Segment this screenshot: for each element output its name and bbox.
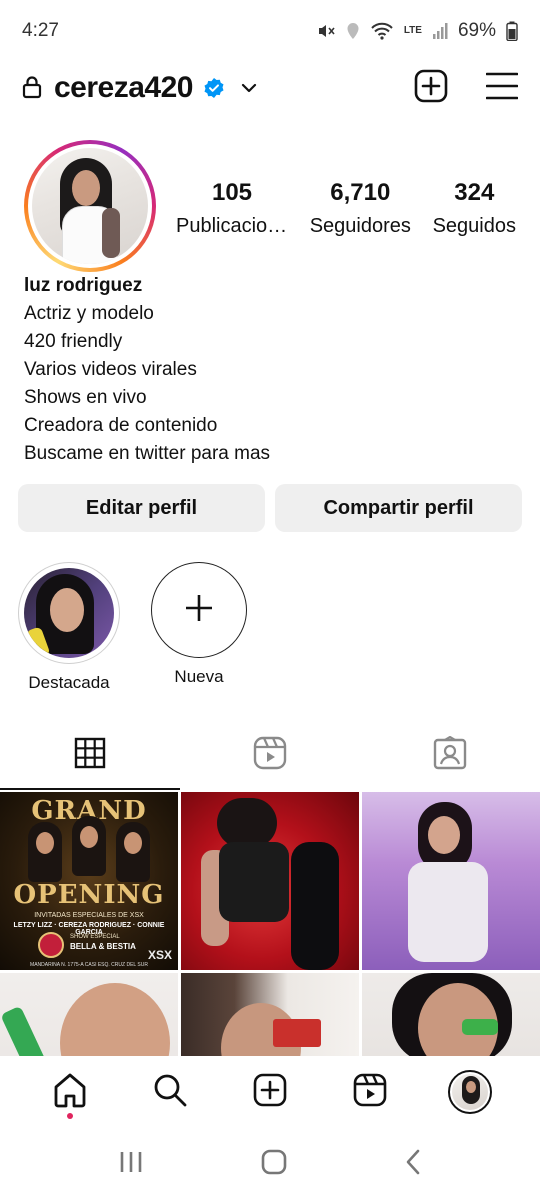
highlight-label: Destacada (28, 673, 110, 692)
bio-line: Creadora de contenido (24, 415, 218, 436)
network-label: LTE (403, 25, 422, 36)
profile-photo (32, 148, 148, 264)
bio-line: Actriz y modelo (24, 303, 154, 324)
post-title-bottom: OPENING (13, 880, 165, 910)
account-switch-chevron-icon[interactable] (239, 78, 259, 98)
stat-posts-count: 105 (211, 179, 253, 206)
reels-icon (353, 1073, 387, 1112)
post-thumbnail[interactable] (0, 973, 178, 1056)
recent-apps-icon[interactable] (118, 1150, 144, 1179)
grid-icon (74, 737, 106, 774)
profile-avatar[interactable] (24, 140, 156, 272)
notification-dot (67, 1113, 73, 1119)
tab-reels[interactable] (180, 722, 360, 790)
lte-icon: LTE (404, 26, 422, 36)
location-icon (346, 22, 360, 40)
create-icon (253, 1073, 287, 1112)
posts-grid: GRAND OPENING INVITADAS ESPECIALES DE XS… (0, 792, 540, 1056)
story-highlights: Destacada Nueva (18, 562, 250, 694)
create-post-icon[interactable] (414, 69, 448, 108)
post-subtitle: INVITADAS ESPECIALES DE XSX (34, 912, 144, 919)
status-icons: LTE 69% (316, 20, 518, 42)
post-thumbnail[interactable] (181, 792, 359, 970)
back-icon[interactable] (404, 1149, 422, 1180)
home-icon (52, 1072, 88, 1113)
nav-search[interactable] (143, 1065, 197, 1119)
stat-following[interactable]: 324 Seguidos (433, 178, 516, 244)
event-badge-icon (38, 932, 64, 958)
profile-tabs (0, 722, 540, 790)
profile-stats: 105 Publicaciones 6,710 Seguidores 324 S… (176, 178, 516, 244)
stat-followers-count: 6,710 (330, 179, 391, 206)
edit-profile-button[interactable]: Editar perfil (18, 484, 265, 532)
stat-following-count: 324 (454, 179, 495, 206)
battery-percent: 69% (457, 20, 496, 41)
new-highlight-item[interactable]: Nueva (148, 562, 250, 694)
highlight-cover (18, 562, 120, 664)
lock-icon (22, 75, 44, 101)
bio-line: 420 friendly (24, 331, 123, 352)
home-button-icon[interactable] (261, 1149, 287, 1180)
status-bar: 4:27 LTE 69% (0, 0, 540, 62)
stat-followers[interactable]: 6,710 Seguidores (310, 178, 411, 244)
stat-followers-label: Seguidores (309, 215, 411, 237)
new-highlight-button[interactable] (151, 562, 247, 658)
tagged-icon (433, 735, 467, 775)
nav-profile[interactable] (443, 1065, 497, 1119)
highlight-item[interactable]: Destacada (18, 562, 120, 694)
battery-icon (506, 21, 518, 41)
profile-summary: 105 Publicaciones 6,710 Seguidores 324 S… (0, 138, 540, 274)
bio-line: Shows en vivo (24, 387, 147, 408)
stat-following-label: Seguidos (432, 215, 516, 237)
search-icon (152, 1072, 188, 1113)
display-name: luz rodriguez (24, 275, 143, 296)
bio-line: Buscame en twitter para mas (24, 443, 271, 464)
username[interactable]: cereza420 (54, 71, 193, 105)
profile-actions: Editar perfil Compartir perfil (18, 484, 522, 532)
new-highlight-label: Nueva (174, 667, 224, 686)
plus-icon (184, 593, 214, 628)
tab-posts[interactable] (0, 722, 180, 790)
menu-icon[interactable] (485, 71, 519, 106)
nav-home[interactable] (43, 1065, 97, 1119)
mute-icon (316, 21, 336, 41)
signal-icon (432, 22, 448, 40)
profile-bio: luz rodriguez Actriz y modelo 420 friend… (24, 272, 524, 468)
post-logo: XSX (147, 948, 172, 962)
share-profile-button[interactable]: Compartir perfil (275, 484, 522, 532)
profile-header: cereza420 (0, 62, 540, 114)
tab-tagged[interactable] (360, 722, 540, 790)
system-navigation (0, 1128, 540, 1200)
stat-posts-label: Publicaciones (176, 215, 288, 237)
post-show: SHOW ESPECIAL (70, 934, 120, 940)
header-actions (414, 69, 519, 108)
reels-icon (253, 736, 287, 775)
nav-create[interactable] (243, 1065, 297, 1119)
post-show-name: BELLA & BESTIA (70, 942, 136, 951)
wifi-icon (370, 22, 394, 40)
post-thumbnail[interactable] (181, 973, 359, 1056)
post-address: MANDARINA N. 1775-A CASI ESQ. CRUZ DEL S… (30, 962, 148, 968)
post-thumbnail[interactable] (362, 973, 540, 1056)
nav-reels[interactable] (343, 1065, 397, 1119)
verified-badge-icon (203, 77, 225, 99)
post-thumbnail[interactable]: GRAND OPENING INVITADAS ESPECIALES DE XS… (0, 792, 178, 970)
post-thumbnail[interactable] (362, 792, 540, 970)
status-time: 4:27 (22, 20, 59, 41)
profile-avatar-icon (448, 1070, 492, 1114)
bio-line: Varios videos virales (24, 359, 197, 380)
stat-posts[interactable]: 105 Publicaciones (176, 178, 288, 244)
bottom-navigation (0, 1056, 540, 1128)
